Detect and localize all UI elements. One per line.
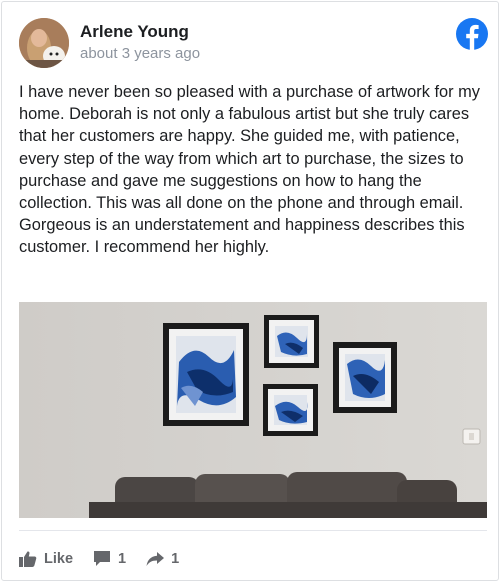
facebook-icon[interactable] <box>456 18 488 50</box>
post-photo[interactable] <box>19 302 487 518</box>
share-count: 1 <box>171 551 180 567</box>
thumbs-up-icon <box>19 551 37 567</box>
share-icon <box>146 551 165 567</box>
comment-button[interactable]: 1 <box>93 551 126 567</box>
action-bar: Like 1 1 <box>19 549 199 569</box>
author-name[interactable]: Arlene Young <box>80 22 189 42</box>
post-timestamp[interactable]: about 3 years ago <box>80 45 200 62</box>
avatar[interactable] <box>19 18 69 68</box>
review-card: Arlene Young about 3 years ago I have ne… <box>1 1 499 581</box>
like-button[interactable]: Like <box>19 551 73 567</box>
review-text: I have never been so pleased with a purc… <box>19 83 481 257</box>
comment-count: 1 <box>118 551 127 567</box>
share-button[interactable]: 1 <box>146 551 179 567</box>
comment-icon <box>93 551 111 567</box>
divider <box>19 530 487 531</box>
like-label: Like <box>44 551 74 567</box>
